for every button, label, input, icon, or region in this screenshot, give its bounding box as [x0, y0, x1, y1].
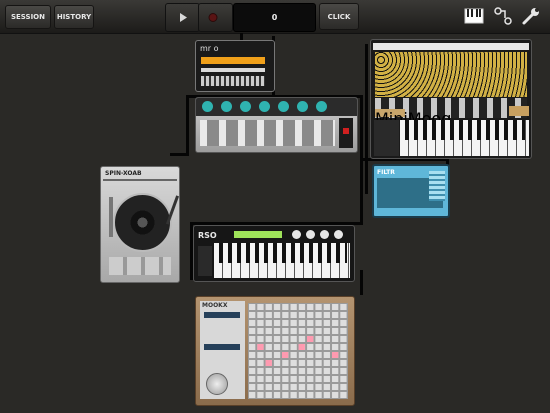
toolbar: SESSION HISTORY 0 CLICK — [0, 0, 550, 34]
mixer-knob[interactable] — [221, 101, 232, 112]
cable — [360, 270, 363, 295]
wrench-icon — [522, 8, 539, 25]
keys-knob[interactable] — [292, 230, 301, 239]
keys-keyboard[interactable] — [214, 243, 350, 278]
keyboard-button[interactable] — [463, 5, 485, 27]
keys-knob[interactable] — [334, 230, 343, 239]
sequencer-title: MOOKX — [202, 302, 228, 309]
mixer-knob[interactable] — [278, 101, 289, 112]
mixer-knob[interactable] — [297, 101, 308, 112]
routing-button[interactable] — [492, 5, 514, 27]
mixer-device[interactable] — [195, 97, 358, 153]
click-button[interactable]: CLICK — [319, 3, 359, 30]
play-button[interactable] — [165, 3, 200, 32]
cable — [365, 44, 368, 194]
mixer-knob[interactable] — [259, 101, 270, 112]
moog-brand-plate — [509, 106, 529, 116]
cable — [186, 95, 189, 155]
keys-knob[interactable] — [320, 230, 329, 239]
filter-title: FILTR — [377, 169, 395, 176]
divider — [103, 179, 177, 181]
routing-icon — [494, 7, 512, 25]
history-button[interactable]: HISTORY — [54, 5, 94, 29]
keyboard-icon — [464, 8, 484, 24]
keys-wheels[interactable] — [198, 246, 212, 276]
vinyl-platter[interactable] — [113, 193, 172, 252]
record-icon — [208, 13, 218, 22]
mini-synth-device[interactable]: mr o — [195, 40, 275, 92]
sequencer-grid[interactable] — [248, 303, 348, 399]
moog-top-bar — [373, 43, 529, 50]
keys-black-keys — [219, 243, 347, 263]
mini-synth-display — [201, 57, 265, 64]
moog-wheels[interactable] — [374, 120, 399, 156]
sequencer-display — [204, 312, 240, 318]
settings-button[interactable] — [520, 5, 542, 27]
play-icon — [180, 13, 187, 22]
mixer-faders[interactable] — [200, 120, 335, 146]
keys-synth-device[interactable]: RSO — [193, 225, 355, 282]
cable — [170, 153, 189, 156]
moog-synth-device[interactable]: MiniMoog — [370, 39, 532, 159]
filter-meter — [429, 171, 445, 201]
mixer-knob[interactable] — [316, 101, 327, 112]
pitch-slider[interactable] — [109, 197, 113, 237]
turntable-device[interactable]: SPIN-XOAB — [100, 166, 180, 283]
mixer-master-led — [343, 128, 349, 134]
record-button[interactable] — [198, 3, 233, 32]
keys-display — [234, 231, 282, 238]
sequencer-display — [204, 344, 240, 350]
mixer-knob[interactable] — [240, 101, 251, 112]
moog-keyboard[interactable] — [400, 120, 529, 156]
mini-synth-slider[interactable] — [201, 68, 265, 72]
turntable-buttons[interactable] — [109, 257, 171, 275]
keys-knob[interactable] — [306, 230, 315, 239]
sequencer-device[interactable]: MOOKX — [195, 296, 355, 406]
moog-knob-panel[interactable] — [375, 52, 527, 97]
moog-logo-plate: MiniMoog — [375, 109, 452, 128]
sequencer-pads[interactable] — [248, 303, 348, 399]
filter-device[interactable]: FILTR — [372, 164, 450, 218]
session-button[interactable]: SESSION — [5, 5, 51, 29]
mini-synth-logo: mr o — [200, 44, 219, 53]
sequencer-knob[interactable] — [206, 373, 228, 395]
position-counter: 0 — [233, 3, 316, 32]
moog-black-keys — [405, 120, 525, 140]
keys-logo: RSO — [198, 231, 217, 240]
mixer-knob[interactable] — [202, 101, 213, 112]
turntable-title: SPIN-XOAB — [105, 170, 142, 177]
mini-synth-controls[interactable] — [201, 76, 265, 86]
